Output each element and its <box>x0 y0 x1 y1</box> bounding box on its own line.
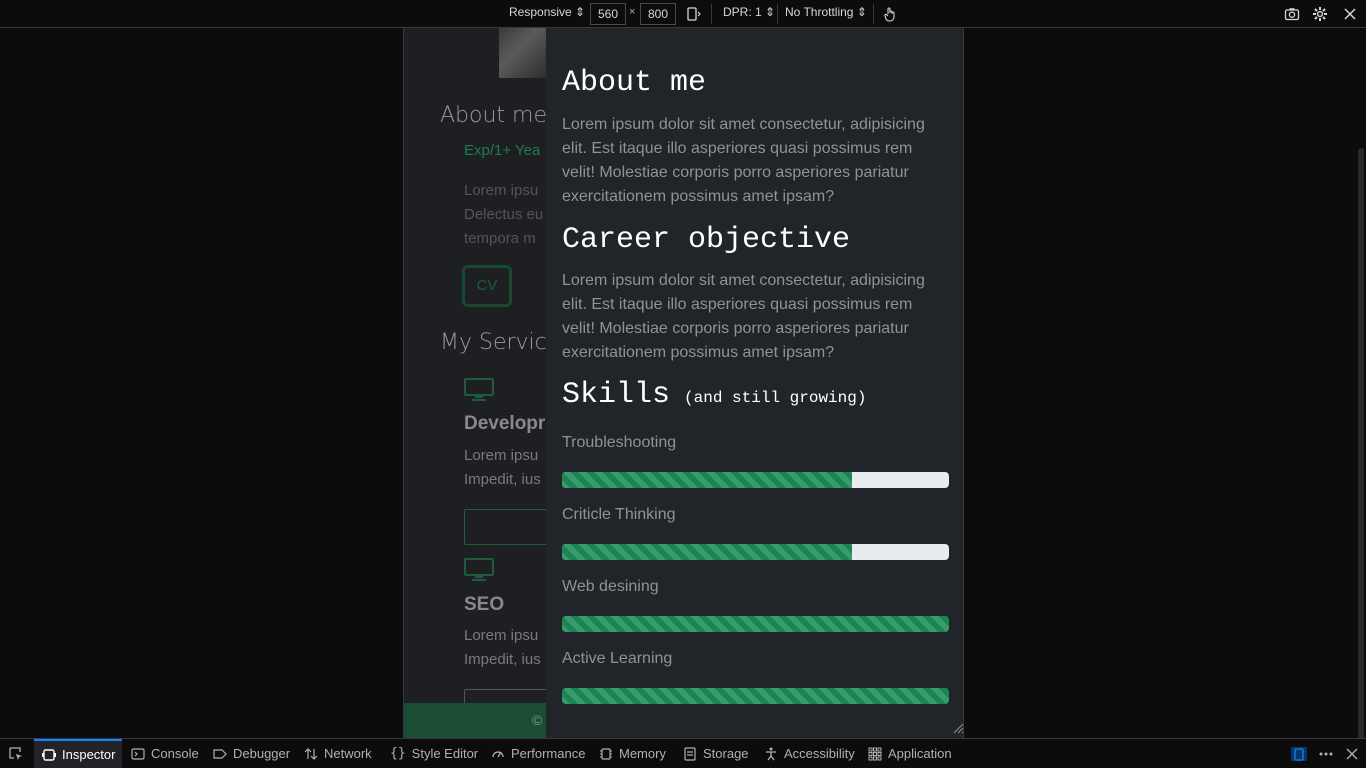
modal-career-text: Lorem ipsum dolor sit amet consectetur, … <box>562 272 925 361</box>
tab-network[interactable]: Network <box>304 739 372 768</box>
tab-console[interactable]: Console <box>131 739 199 768</box>
memory-icon <box>600 747 612 760</box>
skill-progress-bar <box>562 616 949 632</box>
toolbar-divider <box>873 4 874 24</box>
skills-title: Skills <box>562 378 671 412</box>
device-viewport: About me Exp/1+ Yea Lorem ipsu Delectus … <box>403 28 964 738</box>
modal-skills-heading: Skills (and still growing) <box>562 378 866 412</box>
tab-label: Network <box>324 746 372 761</box>
rotate-icon[interactable] <box>683 4 703 24</box>
tab-storage[interactable]: Storage <box>683 739 749 768</box>
tab-inspector[interactable]: Inspector <box>34 739 122 768</box>
profile-image <box>499 28 549 78</box>
skill-progress-fill <box>562 688 949 704</box>
skill-label: Troubleshooting <box>562 434 677 451</box>
viewport-scrollbar[interactable] <box>1358 148 1364 760</box>
modal-about-text: Lorem ipsum dolor sit amet consectetur, … <box>562 116 925 205</box>
cv-button[interactable]: CV <box>462 265 512 307</box>
skill-progress-bar <box>562 688 949 704</box>
element-picker-icon[interactable] <box>8 739 24 768</box>
modal-career-heading: Career objective <box>562 223 851 257</box>
toolbar-divider <box>777 4 778 24</box>
tab-label: Console <box>151 746 199 761</box>
experience-text: Exp/1+ Yea <box>464 142 541 159</box>
tab-memory[interactable]: Memory <box>599 739 666 768</box>
inspector-icon <box>42 748 56 761</box>
tab-style-editor[interactable]: {} Style Editor <box>390 739 478 768</box>
skill-progress-bar <box>562 544 949 560</box>
devtools-toolbar: Inspector Console Debugger Network {} St… <box>0 738 1366 768</box>
more-options-icon[interactable] <box>1318 739 1334 768</box>
throttling-select[interactable]: No Throttling ⇕ <box>785 5 867 19</box>
height-input[interactable]: 800 <box>640 3 676 25</box>
skill-progress-bar <box>562 472 949 488</box>
tab-label: Style Editor <box>411 746 479 761</box>
tab-accessibility[interactable]: Accessibility <box>764 739 855 768</box>
skill-progress-fill <box>562 616 949 632</box>
monitor-icon <box>464 558 494 581</box>
network-icon <box>304 747 318 760</box>
device-select[interactable]: Responsive ⇕ <box>509 5 585 19</box>
skill-progress-fill <box>562 544 853 560</box>
skill-label: Web desining <box>562 578 659 595</box>
toolbar-divider <box>711 4 712 24</box>
application-icon <box>868 747 882 760</box>
about-modal: About me Lorem ipsum dolor sit amet cons… <box>546 28 963 738</box>
skills-subtitle: (and still growing) <box>684 389 867 407</box>
tab-application[interactable]: Application <box>868 739 952 768</box>
skill-progress-fill <box>562 472 853 488</box>
console-icon <box>131 747 145 760</box>
service-title-seo: SEO <box>464 594 505 615</box>
tab-label: Inspector <box>62 747 116 762</box>
tab-label: Debugger <box>233 746 291 761</box>
responsive-mode-icon[interactable] <box>1290 739 1308 768</box>
screenshot-icon[interactable] <box>1282 4 1302 24</box>
accessibility-icon <box>766 747 776 760</box>
tab-label: Storage <box>703 746 749 761</box>
dpr-select[interactable]: DPR: 1 ⇕ <box>723 5 775 19</box>
resize-handle-icon[interactable] <box>952 722 964 734</box>
settings-icon[interactable] <box>1310 4 1330 24</box>
dimension-separator: × <box>629 6 636 18</box>
skill-label: Criticle Thinking <box>562 506 676 523</box>
performance-icon <box>492 750 504 757</box>
width-input[interactable]: 560 <box>590 3 626 25</box>
skill-label: Active Learning <box>562 650 673 667</box>
monitor-icon <box>464 378 494 401</box>
services-heading: My Service <box>440 330 561 355</box>
tab-label: Accessibility <box>784 746 855 761</box>
debugger-icon <box>213 748 227 759</box>
tab-label: Application <box>888 746 952 761</box>
tab-label: Memory <box>619 746 666 761</box>
tab-label: Performance <box>511 746 586 761</box>
close-devtools-icon[interactable] <box>1346 739 1358 768</box>
tab-performance[interactable]: Performance <box>491 739 585 768</box>
storage-icon <box>684 746 696 761</box>
service-title-development: Developr <box>464 413 546 434</box>
braces-icon: {} <box>390 746 406 761</box>
tab-debugger[interactable]: Debugger <box>213 739 290 768</box>
modal-about-heading: About me <box>562 66 707 100</box>
close-icon[interactable] <box>1340 4 1360 24</box>
footer-copyright: © <box>532 712 543 728</box>
page-about-heading: About me <box>440 103 548 128</box>
touch-icon[interactable] <box>880 4 900 24</box>
responsive-toolbar: Responsive ⇕ 560 × 800 DPR: 1 ⇕ No Throt… <box>0 0 1366 28</box>
